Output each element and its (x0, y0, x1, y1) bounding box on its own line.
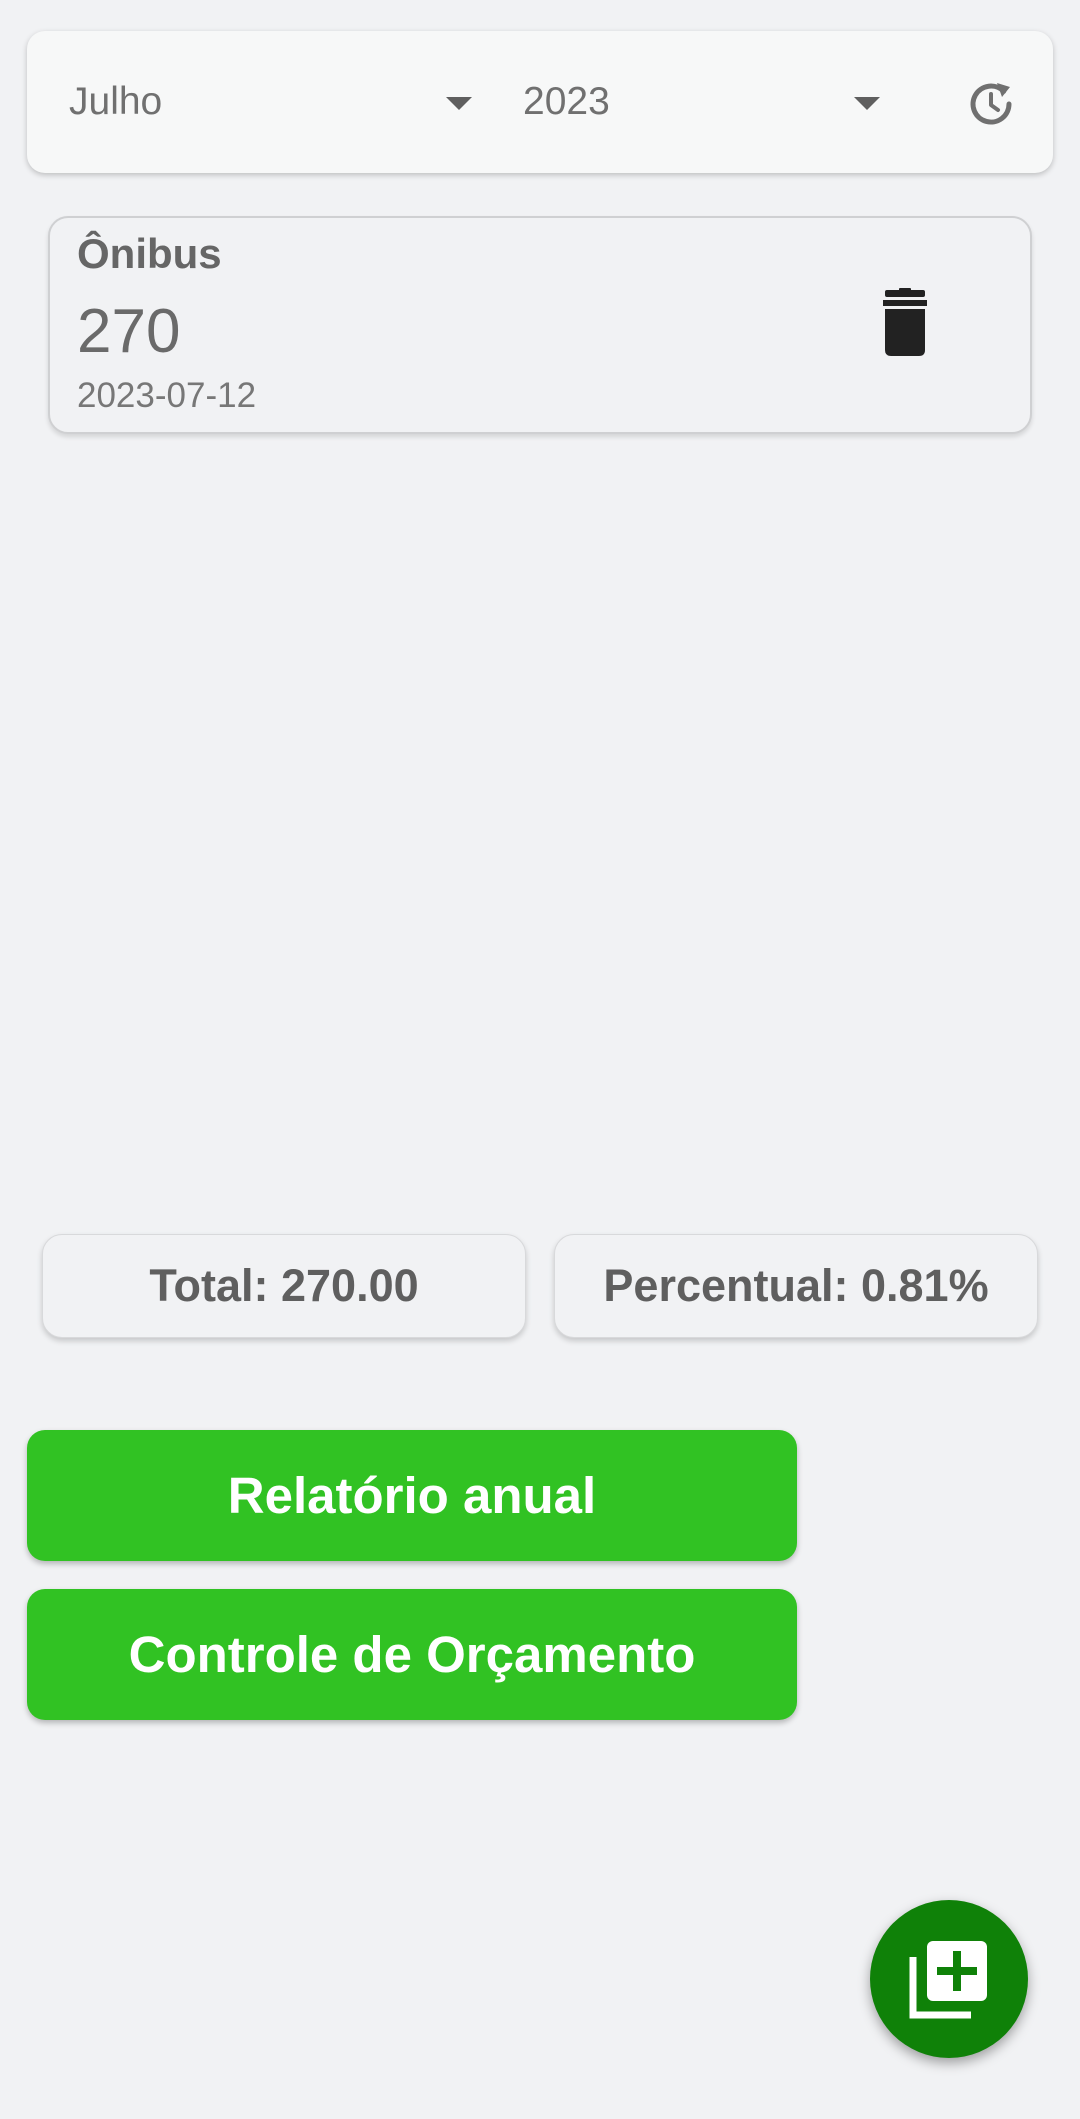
chevron-down-icon (446, 97, 472, 110)
history-icon (970, 83, 1012, 125)
annual-report-button[interactable]: Relatório anual (27, 1430, 797, 1561)
delete-button[interactable] (872, 288, 938, 358)
expense-date: 2023-07-12 (77, 376, 257, 415)
expense-card[interactable]: Ônibus 270 2023-07-12 (48, 216, 1032, 434)
history-button[interactable] (964, 77, 1018, 131)
trash-icon (883, 288, 927, 356)
percent-summary: Percentual: 0.81% (554, 1234, 1038, 1338)
budget-control-button[interactable]: Controle de Orçamento (27, 1589, 797, 1720)
total-summary: Total: 270.00 (42, 1234, 526, 1338)
add-library-icon (909, 1941, 987, 2019)
add-expense-fab[interactable] (870, 1900, 1028, 2058)
month-select[interactable]: Julho (69, 31, 472, 173)
year-select[interactable]: 2023 (523, 31, 923, 173)
filter-bar: Julho 2023 (27, 31, 1053, 173)
app-screen: Julho 2023 Ônibus 270 2023-07-12 Total: … (0, 0, 1080, 2119)
chevron-down-icon (854, 97, 880, 110)
expense-amount: 270 (77, 297, 181, 366)
year-select-value: 2023 (523, 80, 610, 123)
expense-category: Ônibus (77, 230, 222, 277)
month-select-value: Julho (69, 80, 163, 123)
